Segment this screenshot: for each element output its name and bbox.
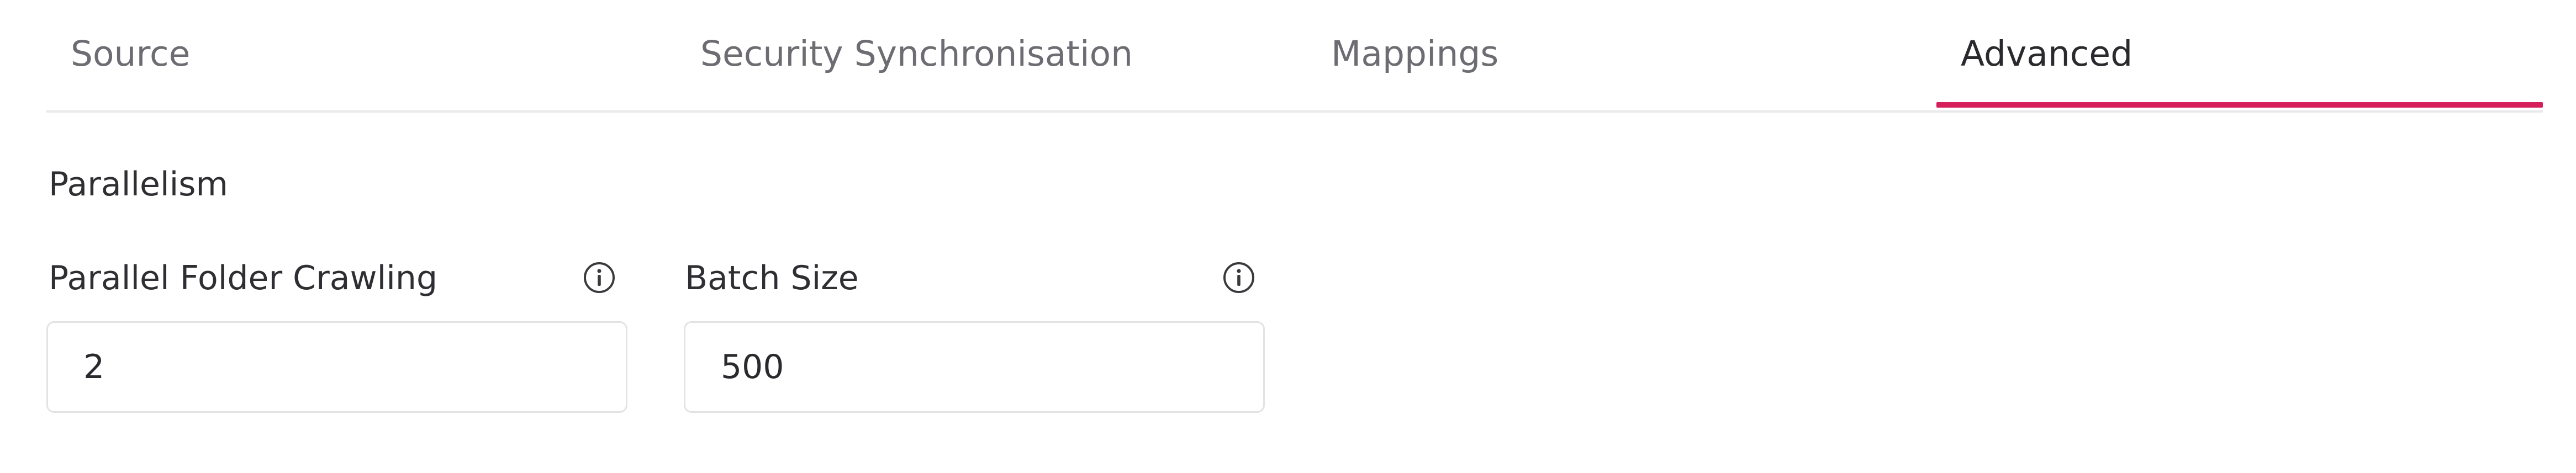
section-title-parallelism: Parallelism [49,165,228,204]
tab-mappings[interactable]: Mappings [1331,32,1498,76]
tab-security-synchronisation[interactable]: Security Synchronisation [700,32,1133,76]
settings-page: Source Security Synchronisation Mappings… [0,0,2576,473]
tab-source[interactable]: Source [71,32,190,76]
info-icon[interactable] [1222,261,1256,295]
parallel-folder-crawling-label: Parallel Folder Crawling [49,259,438,297]
tab-advanced[interactable]: Advanced [1961,32,2132,76]
tab-bar [46,0,2543,113]
batch-size-input[interactable] [684,321,1265,413]
info-icon[interactable] [582,261,616,295]
parallel-folder-crawling-input[interactable] [46,321,627,413]
batch-size-label: Batch Size [685,259,859,297]
active-tab-indicator [1936,102,2543,108]
